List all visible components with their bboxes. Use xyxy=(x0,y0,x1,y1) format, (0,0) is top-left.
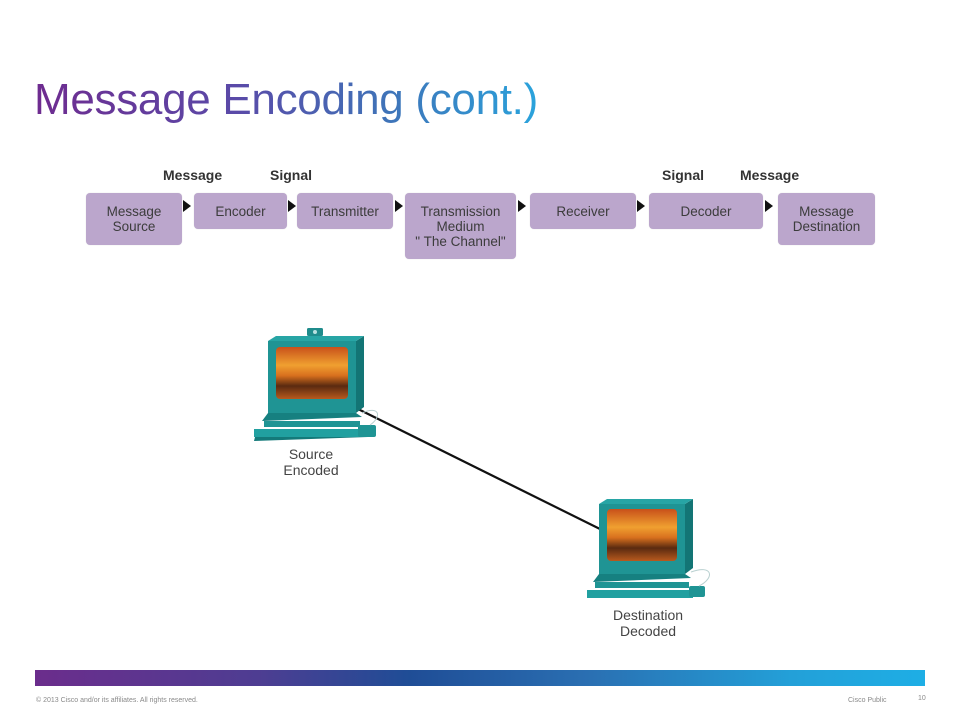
network-link xyxy=(355,407,605,532)
destination-computer-icon xyxy=(587,499,710,598)
network-cable xyxy=(355,407,605,532)
source-computer-icon xyxy=(254,328,378,441)
footer-page-number: 10 xyxy=(918,695,926,702)
footer-copyright: © 2013 Cisco and/or its affiliates. All … xyxy=(36,697,198,704)
destination-label: Destination Decoded xyxy=(612,607,684,639)
source-label: Source Encoded xyxy=(283,446,339,478)
footer-gradient-bar xyxy=(35,670,925,686)
footer-classification: Cisco Public xyxy=(848,697,887,704)
